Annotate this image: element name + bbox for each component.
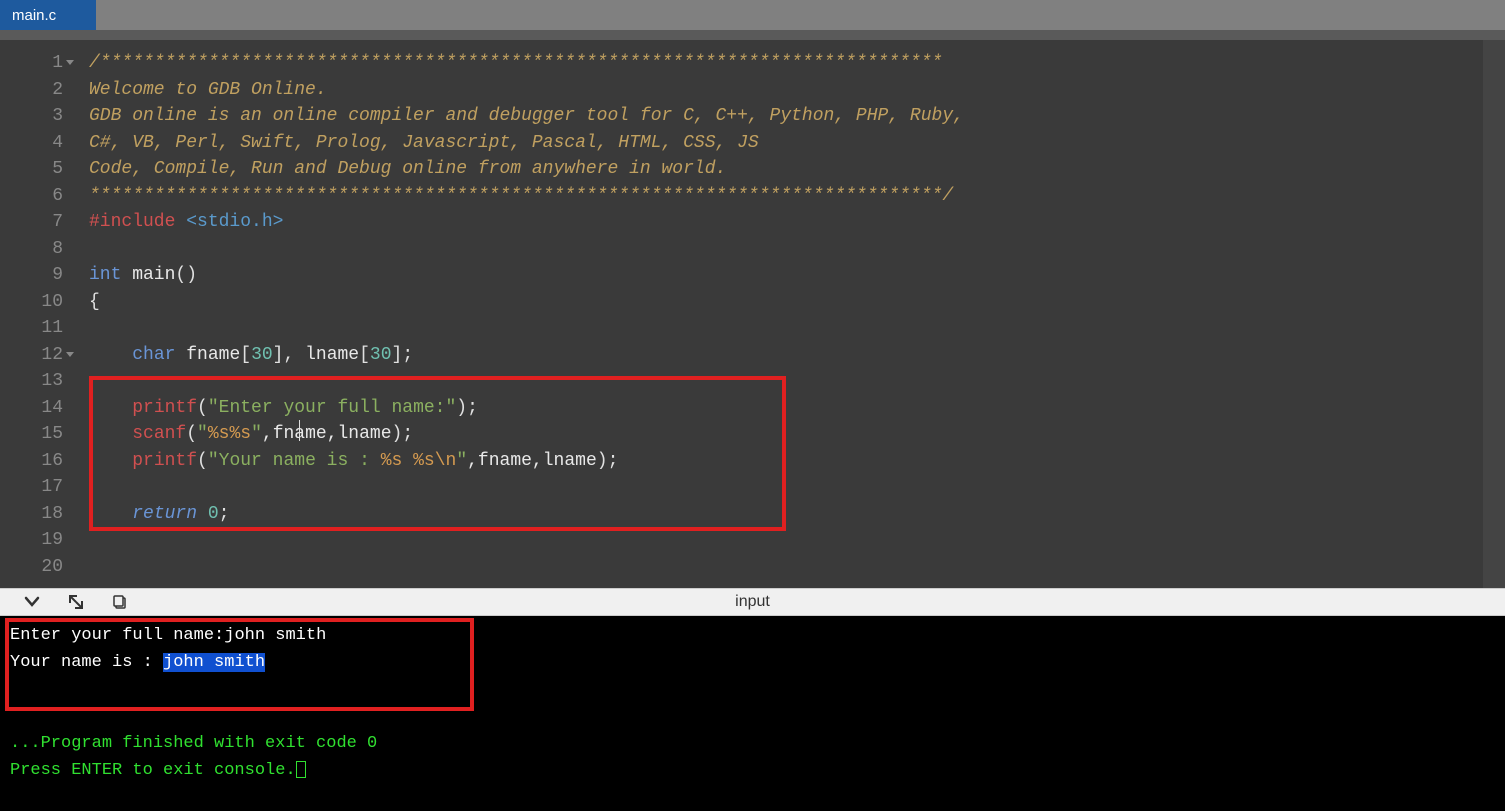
line-number: 6 <box>0 183 63 210</box>
line-number: 11 <box>0 315 63 342</box>
line-number: 17 <box>0 474 63 501</box>
keyword: int <box>89 265 121 285</box>
line-number: 9 <box>0 262 63 289</box>
file-tab-main-c[interactable]: main.c <box>0 0 96 30</box>
comment: /***************************************… <box>89 53 942 73</box>
selected-text: john smith <box>163 653 265 672</box>
comment: GDB online is an online compiler and deb… <box>89 106 975 126</box>
console-line: Enter your full name:john smith <box>10 622 1495 649</box>
line-number: 19 <box>0 527 63 554</box>
number: 30 <box>370 345 392 365</box>
exit-message: ...Program finished with exit code 0 <box>10 730 1495 757</box>
line-number: 12 <box>0 342 63 369</box>
keyword: return <box>132 504 197 524</box>
code-content[interactable]: /***************************************… <box>77 40 1483 588</box>
line-number: 13 <box>0 368 63 395</box>
line-number: 15 <box>0 421 63 448</box>
line-number: 18 <box>0 501 63 528</box>
line-number: 8 <box>0 236 63 263</box>
line-number: 3 <box>0 103 63 130</box>
tab-label: main.c <box>12 7 56 24</box>
identifier: main <box>121 265 175 285</box>
line-number: 16 <box>0 448 63 475</box>
console-line: Your name is : john smith <box>10 649 1495 676</box>
line-number: 14 <box>0 395 63 422</box>
escape: \n <box>435 451 457 471</box>
line-number: 10 <box>0 289 63 316</box>
punct: { <box>89 292 100 312</box>
console-cursor <box>296 761 306 778</box>
exit-prompt: Press ENTER to exit console. <box>10 757 1495 784</box>
copy-icon[interactable] <box>108 591 132 613</box>
line-number: 1 <box>0 50 63 77</box>
line-number: 2 <box>0 77 63 104</box>
line-number: 7 <box>0 209 63 236</box>
func-call: printf <box>132 398 197 418</box>
editor-scrollbar[interactable] <box>1483 40 1505 588</box>
line-number: 4 <box>0 130 63 157</box>
keyword: char <box>132 345 175 365</box>
scrollbar-top[interactable] <box>0 30 1505 40</box>
identifier: lname <box>305 345 359 365</box>
preproc: #include <box>89 212 186 232</box>
comment: Welcome to GDB Online. <box>89 80 327 100</box>
editor-caret <box>299 420 300 441</box>
comment: Code, Compile, Run and Debug online from… <box>89 159 726 179</box>
line-number-gutter: 1 2 3 4 5 6 7 8 9 10 11 12 13 14 15 16 1… <box>0 40 77 588</box>
collapse-icon[interactable] <box>20 591 44 613</box>
include-header: <stdio.h> <box>186 212 283 232</box>
number: 30 <box>251 345 273 365</box>
number: 0 <box>197 504 219 524</box>
func-call: printf <box>132 451 197 471</box>
console-toolbar: input <box>0 588 1505 616</box>
format: %s %s <box>381 451 435 471</box>
tab-bar: main.c <box>0 0 1505 30</box>
expand-icon[interactable] <box>64 591 88 613</box>
input-label: input <box>735 593 770 611</box>
line-number: 20 <box>0 554 63 581</box>
identifier: fname <box>175 345 240 365</box>
format: %s%s <box>208 424 251 444</box>
punct: () <box>175 265 197 285</box>
comment: ****************************************… <box>89 186 953 206</box>
func-call: scanf <box>132 424 186 444</box>
line-number: 5 <box>0 156 63 183</box>
string: "Enter your full name:" <box>208 398 456 418</box>
console-output[interactable]: Enter your full name:john smith Your nam… <box>0 616 1505 811</box>
comment: C#, VB, Perl, Swift, Prolog, Javascript,… <box>89 133 759 153</box>
code-editor[interactable]: 1 2 3 4 5 6 7 8 9 10 11 12 13 14 15 16 1… <box>0 40 1505 588</box>
